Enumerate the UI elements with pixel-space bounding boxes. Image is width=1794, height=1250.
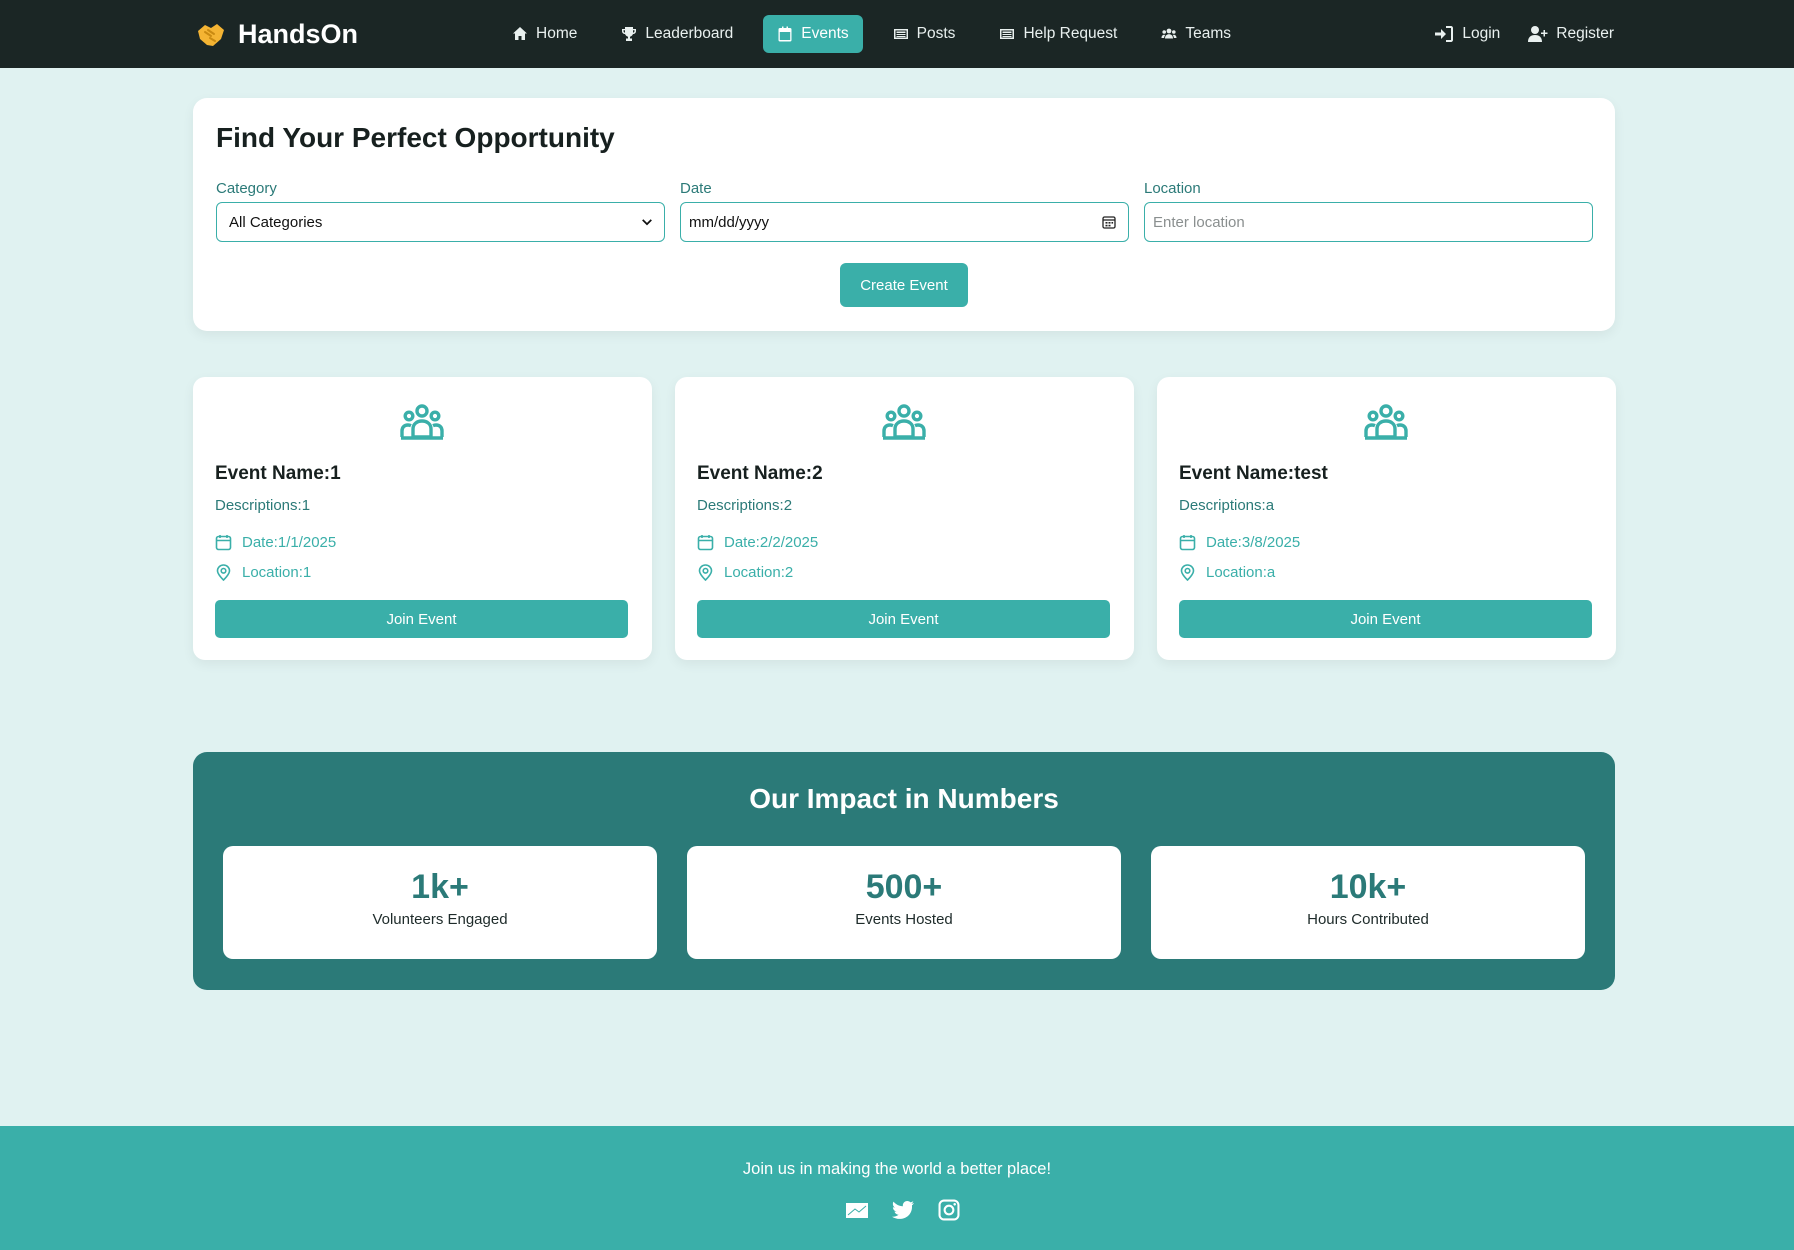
nav-item-label: Home bbox=[536, 25, 578, 42]
event-name: Event Name:test bbox=[1179, 463, 1328, 484]
nav-item-help-request[interactable]: Help Request bbox=[985, 15, 1131, 53]
calendar-picker-icon[interactable] bbox=[1102, 215, 1116, 229]
nav-item-label: Leaderboard bbox=[645, 25, 734, 42]
event-card: Event Name:2 Descriptions:2 Date:2/2/202… bbox=[675, 377, 1134, 660]
calendar-icon bbox=[778, 26, 792, 42]
event-name: Event Name:2 bbox=[697, 463, 823, 484]
login-label: Login bbox=[1462, 25, 1501, 42]
location-input[interactable]: Enter location bbox=[1144, 202, 1593, 242]
event-location: Location:1 bbox=[215, 564, 311, 581]
nav-item-leaderboard[interactable]: Leaderboard bbox=[607, 15, 747, 53]
newspaper-icon bbox=[1000, 29, 1015, 39]
location-field: Location Enter location bbox=[1144, 180, 1593, 242]
stat-value: 10k+ bbox=[1329, 868, 1407, 906]
home-icon bbox=[513, 27, 527, 40]
category-select-value: All Categories bbox=[229, 213, 323, 231]
filter-title: Find Your Perfect Opportunity bbox=[216, 122, 615, 153]
users-group-icon bbox=[400, 404, 444, 440]
users-group-icon bbox=[882, 404, 926, 440]
email-icon[interactable] bbox=[845, 1198, 869, 1222]
event-card: Event Name:1 Descriptions:1 Date:1/1/202… bbox=[193, 377, 652, 660]
category-select[interactable]: All Categories bbox=[216, 202, 665, 242]
event-date: Date:1/1/2025 bbox=[215, 534, 336, 551]
event-date-text: Date:3/8/2025 bbox=[1206, 534, 1301, 551]
nav-item-label: Help Request bbox=[1023, 25, 1118, 42]
event-name: Event Name:1 bbox=[215, 463, 341, 484]
newspaper-icon bbox=[893, 29, 908, 39]
event-description: Descriptions:2 bbox=[697, 497, 793, 514]
trophy-icon bbox=[622, 27, 637, 41]
footer: Join us in making the world a better pla… bbox=[0, 1126, 1794, 1250]
nav-item-label: Events bbox=[801, 25, 849, 42]
nav-links: Home Leaderboard Events Posts Help Reque… bbox=[498, 15, 1257, 53]
event-location-text: Location:1 bbox=[242, 564, 312, 581]
map-pin-icon bbox=[1180, 564, 1195, 581]
nav-item-home[interactable]: Home bbox=[498, 15, 591, 53]
calendar-icon bbox=[1179, 535, 1196, 551]
stat-card: 1k+ Volunteers Engaged bbox=[223, 846, 657, 959]
join-event-button[interactable]: Join Event bbox=[1179, 600, 1592, 638]
category-label: Category bbox=[216, 180, 277, 197]
location-input-placeholder: Enter location bbox=[1153, 213, 1245, 231]
navbar: HandsOn Home Leaderboard Events Posts He… bbox=[0, 0, 1794, 68]
brand[interactable]: HandsOn bbox=[196, 0, 358, 68]
stat-card: 500+ Events Hosted bbox=[687, 846, 1121, 959]
twitter-icon[interactable] bbox=[891, 1198, 915, 1222]
date-input-value: mm/dd/yyyy bbox=[689, 213, 770, 231]
date-input[interactable]: mm/dd/yyyy bbox=[680, 202, 1129, 242]
stat-card: 10k+ Hours Contributed bbox=[1151, 846, 1585, 959]
impact-title: Our Impact in Numbers bbox=[749, 783, 1059, 814]
brand-name: HandsOn bbox=[238, 18, 359, 49]
chevron-down-icon bbox=[642, 219, 652, 226]
date-field: Date mm/dd/yyyy bbox=[680, 180, 1129, 242]
stat-label: Volunteers Engaged bbox=[372, 911, 508, 928]
event-location: Location:2 bbox=[697, 564, 793, 581]
handshake-logo-icon bbox=[198, 24, 224, 46]
event-date-text: Date:1/1/2025 bbox=[242, 534, 337, 551]
register-link[interactable]: Register bbox=[1528, 25, 1614, 43]
nav-item-label: Posts bbox=[916, 25, 956, 42]
date-label: Date bbox=[680, 180, 712, 197]
stat-label: Events Hosted bbox=[855, 911, 953, 928]
users-group-icon bbox=[1364, 404, 1408, 440]
users-icon bbox=[1161, 28, 1177, 39]
join-event-button[interactable]: Join Event bbox=[215, 600, 628, 638]
nav-item-posts[interactable]: Posts bbox=[879, 15, 970, 53]
join-event-button[interactable]: Join Event bbox=[697, 600, 1110, 638]
stat-value: 1k+ bbox=[411, 868, 469, 906]
event-location-text: Location:2 bbox=[724, 564, 794, 581]
event-card: Event Name:test Descriptions:a Date:3/8/… bbox=[1157, 377, 1616, 660]
user-plus-icon bbox=[1528, 26, 1548, 42]
impact-section: Our Impact in Numbers 1k+ Volunteers Eng… bbox=[193, 752, 1615, 990]
event-date: Date:2/2/2025 bbox=[697, 534, 818, 551]
social-links bbox=[845, 1198, 961, 1222]
sign-in-icon bbox=[1435, 26, 1454, 42]
nav-item-label: Teams bbox=[1185, 25, 1232, 42]
event-date-text: Date:2/2/2025 bbox=[724, 534, 819, 551]
event-location: Location:a bbox=[1179, 564, 1275, 581]
stat-value: 500+ bbox=[865, 868, 943, 906]
category-field: Category All Categories bbox=[216, 180, 665, 242]
instagram-icon[interactable] bbox=[937, 1198, 961, 1222]
nav-item-events[interactable]: Events bbox=[763, 15, 863, 53]
event-location-text: Location:a bbox=[1206, 564, 1276, 581]
event-description: Descriptions:1 bbox=[215, 497, 311, 514]
map-pin-icon bbox=[698, 564, 713, 581]
calendar-icon bbox=[697, 535, 714, 551]
login-link[interactable]: Login bbox=[1434, 25, 1500, 43]
location-label: Location bbox=[1144, 180, 1201, 197]
calendar-icon bbox=[215, 535, 232, 551]
nav-auth: Login Register bbox=[1434, 15, 1614, 53]
event-description: Descriptions:a bbox=[1179, 497, 1275, 514]
stat-label: Hours Contributed bbox=[1307, 911, 1429, 928]
register-label: Register bbox=[1556, 25, 1614, 42]
map-pin-icon bbox=[216, 564, 231, 581]
create-event-button[interactable]: Create Event bbox=[840, 263, 968, 307]
filter-card: Find Your Perfect Opportunity Category A… bbox=[193, 98, 1615, 331]
nav-item-teams[interactable]: Teams bbox=[1147, 15, 1245, 53]
footer-text: Join us in making the world a better pla… bbox=[742, 1160, 1052, 1178]
event-date: Date:3/8/2025 bbox=[1179, 534, 1300, 551]
